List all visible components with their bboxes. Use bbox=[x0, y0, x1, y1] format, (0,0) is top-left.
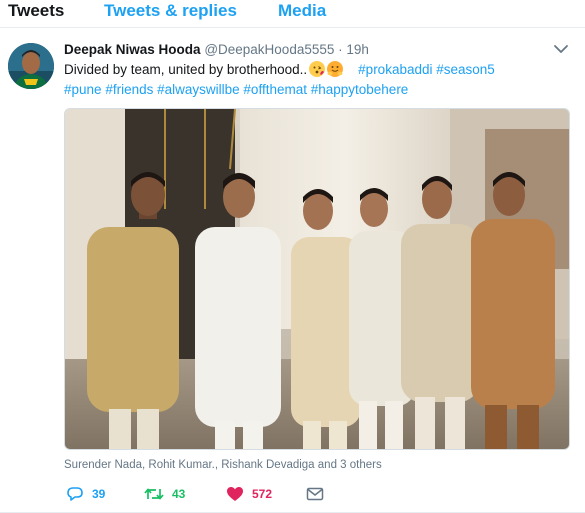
retweet-icon bbox=[144, 488, 164, 500]
hashtag-friends[interactable]: #friends bbox=[105, 82, 153, 97]
tweet-text: Divided by team, united by brotherhood..… bbox=[64, 60, 564, 100]
reply-count: 39 bbox=[92, 487, 106, 501]
envelope-icon bbox=[306, 487, 324, 501]
author-name[interactable]: Deepak Niwas Hooda bbox=[64, 42, 201, 57]
tab-tweets-and-replies[interactable]: Tweets & replies bbox=[104, 0, 237, 22]
tweet-timestamp[interactable]: 19h bbox=[346, 42, 369, 57]
retweet-count: 43 bbox=[172, 487, 186, 501]
face-blowing-kiss-emoji bbox=[309, 61, 326, 77]
tab-media[interactable]: Media bbox=[278, 0, 326, 22]
author-handle[interactable]: @DeepakHooda5555 bbox=[204, 42, 334, 57]
hashtag-offthemat[interactable]: #offthemat bbox=[243, 82, 307, 97]
tab-tweets[interactable]: Tweets bbox=[8, 0, 64, 22]
reply-button[interactable]: 39 bbox=[66, 484, 105, 504]
hashtag-alwayswillbe[interactable]: #alwayswillbe bbox=[157, 82, 240, 97]
tweet-text-line-1: Divided by team, united by brotherhood..… bbox=[64, 60, 564, 80]
profile-tabs: Tweets Tweets & replies Media bbox=[0, 0, 585, 28]
group-photo-illustration bbox=[65, 109, 569, 449]
hugging-face-emoji bbox=[327, 61, 344, 77]
chevron-down-icon[interactable] bbox=[553, 43, 569, 55]
time-separator: · bbox=[338, 42, 343, 57]
heart-icon bbox=[227, 487, 243, 501]
tagged-people[interactable]: Surender Nada, Rohit Kumar., Rishank Dev… bbox=[64, 458, 382, 473]
hashtag-pune[interactable]: #pune bbox=[64, 82, 102, 97]
like-button[interactable]: 572 bbox=[226, 484, 272, 504]
hashtag-season5[interactable]: #season5 bbox=[436, 62, 495, 77]
tweet-text-line-2: #pune #friends #alwayswillbe #offthemat … bbox=[64, 80, 564, 100]
direct-message-button[interactable] bbox=[306, 484, 324, 504]
retweet-button[interactable]: 43 bbox=[144, 484, 185, 504]
tweet-body: Divided by team, united by brotherhood.. bbox=[64, 62, 308, 77]
reply-icon bbox=[67, 487, 83, 501]
tweet-header: Deepak Niwas Hooda @DeepakHooda5555 · 19… bbox=[64, 41, 544, 59]
hashtag-happytobehere[interactable]: #happytobehere bbox=[311, 82, 409, 97]
hashtag-prokabaddi[interactable]: #prokabaddi bbox=[358, 62, 432, 77]
tweet-photo[interactable] bbox=[64, 108, 570, 450]
avatar-image bbox=[8, 43, 54, 89]
like-count: 572 bbox=[252, 487, 273, 501]
tweet-actions: 39 43 572 bbox=[64, 484, 364, 504]
avatar[interactable] bbox=[8, 43, 54, 89]
tweet[interactable]: Deepak Niwas Hooda @DeepakHooda5555 · 19… bbox=[0, 28, 585, 513]
